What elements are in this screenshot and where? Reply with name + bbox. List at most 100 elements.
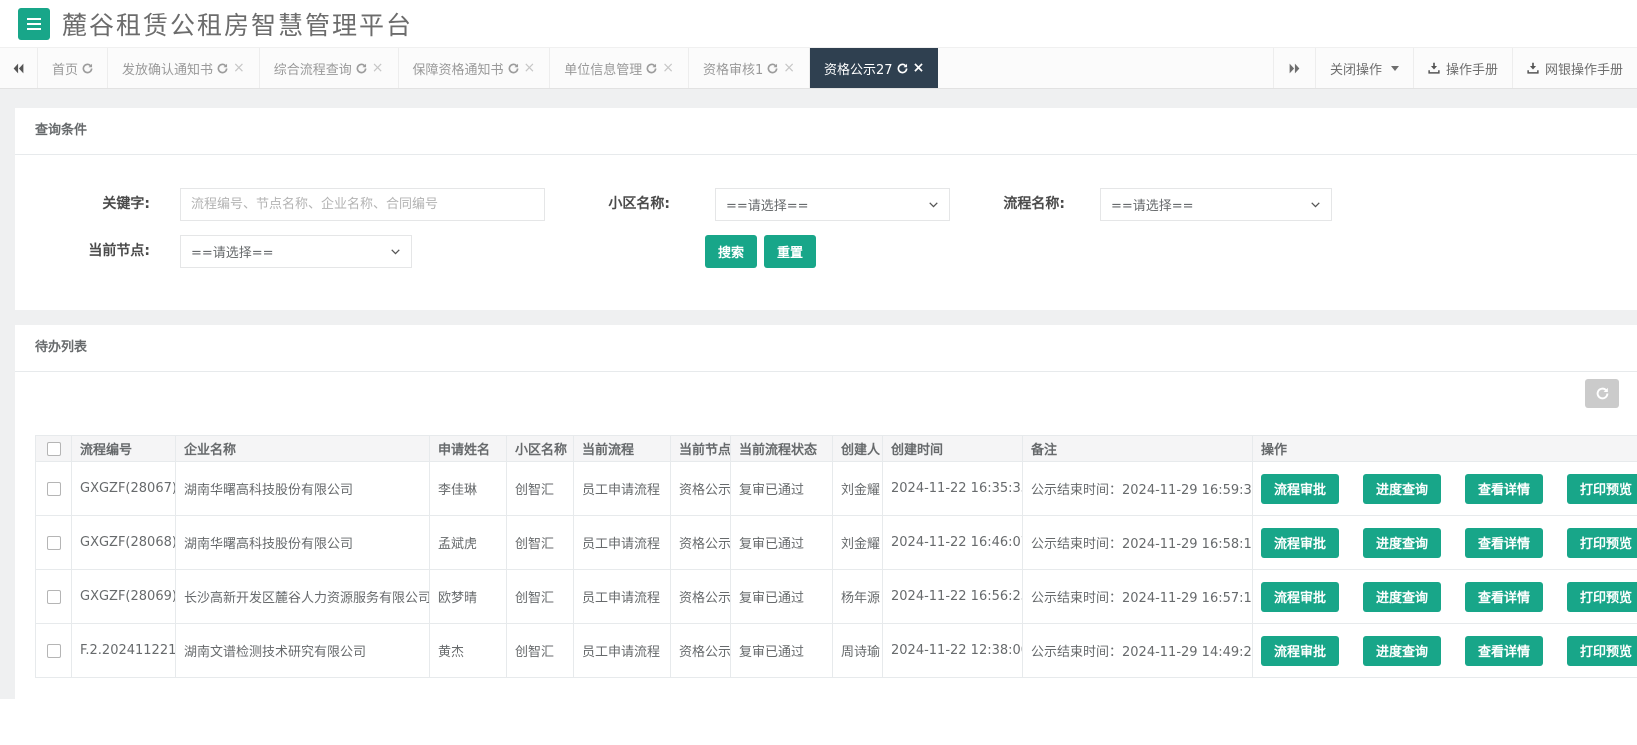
row-action-button[interactable]: 进度查询 — [1363, 528, 1441, 558]
tab-refresh-icon[interactable] — [356, 63, 367, 74]
search-button[interactable]: 搜索 — [705, 235, 757, 268]
column-header: 当前流程 — [574, 436, 671, 462]
row-action-button[interactable]: 打印预览 — [1567, 528, 1637, 558]
tab[interactable]: 发放确认通知书 × — [108, 48, 260, 88]
tab-refresh-icon[interactable] — [508, 63, 519, 74]
row-action-button[interactable]: 查看详情 — [1465, 528, 1543, 558]
cell-created-time: 2024-11-22 16:56:23 — [883, 570, 1023, 624]
row-action-button[interactable]: 流程审批 — [1261, 474, 1339, 504]
row-checkbox[interactable] — [47, 536, 61, 550]
cell-applicant-name: 欧梦晴 — [430, 570, 507, 624]
cell-community-name: 创智汇 — [507, 462, 574, 516]
row-check-cell — [36, 462, 72, 516]
refresh-table-button[interactable] — [1585, 379, 1619, 408]
cell-process-code: GXGZF(28069) — [72, 570, 176, 624]
tab-refresh-icon[interactable] — [646, 63, 657, 74]
row-action-button[interactable]: 流程审批 — [1261, 582, 1339, 612]
query-form: 关键字: 小区名称: ==请选择== 流程名称: ==请选择== — [15, 155, 1637, 310]
cell-process-status: 复审已通过 — [731, 516, 833, 570]
content: 查询条件 关键字: 小区名称: ==请选择== 流程名称: ==请选择== — [0, 89, 1637, 699]
todo-panel-title: 待办列表 — [15, 325, 1637, 372]
cell-actions: 流程审批进度查询查看详情打印预览 — [1253, 516, 1637, 570]
tabs-scroll-left-button[interactable] — [0, 48, 38, 88]
cell-process-code: F.2.202411221... — [72, 624, 176, 678]
table-row: F.2.202411221... 湖南文谱检测技术研究有限公司 黄杰 创智汇 员… — [36, 624, 1637, 678]
cell-process-code: GXGZF(28068) — [72, 516, 176, 570]
row-action-button[interactable]: 查看详情 — [1465, 474, 1543, 504]
row-checkbox[interactable] — [47, 590, 61, 604]
cell-current-node: 资格公示 — [671, 516, 731, 570]
tab[interactable]: 首页 × — [38, 48, 108, 88]
cell-applicant-name: 李佳琳 — [430, 462, 507, 516]
tab-close-icon[interactable]: × — [524, 61, 536, 75]
row-action-button[interactable]: 流程审批 — [1261, 528, 1339, 558]
row-actions: 流程审批进度查询查看详情打印预览 — [1261, 636, 1637, 666]
tab-label: 资格审核1 — [703, 59, 763, 78]
tab[interactable]: 综合流程查询 × — [260, 48, 399, 88]
row-action-button[interactable]: 打印预览 — [1567, 636, 1637, 666]
cell-applicant-name: 孟斌虎 — [430, 516, 507, 570]
reset-button[interactable]: 重置 — [764, 235, 816, 268]
tab-refresh-icon[interactable] — [217, 63, 228, 74]
cell-current-node: 资格公示 — [671, 570, 731, 624]
row-action-button[interactable]: 查看详情 — [1465, 636, 1543, 666]
tab-label: 综合流程查询 — [274, 59, 352, 78]
tab-label: 资格公示27 — [824, 59, 893, 78]
close-operations-label: 关闭操作 — [1330, 59, 1382, 78]
row-actions: 流程审批进度查询查看详情打印预览 — [1261, 474, 1637, 504]
row-checkbox[interactable] — [47, 482, 61, 496]
menu-toggle-button[interactable] — [18, 8, 50, 40]
cell-current-node: 资格公示 — [671, 624, 731, 678]
manual-download-button[interactable]: 操作手册 — [1413, 48, 1512, 88]
tab[interactable]: 保障资格通知书 × — [399, 48, 551, 88]
cell-current-process: 员工申请流程 — [574, 462, 671, 516]
ebank-manual-download-button[interactable]: 网银操作手册 — [1512, 48, 1637, 88]
row-action-button[interactable]: 查看详情 — [1465, 582, 1543, 612]
table-header-row: 流程编号企业名称申请姓名小区名称当前流程当前节点当前流程状态创建人创建时间备注操… — [36, 436, 1637, 462]
row-action-button[interactable]: 进度查询 — [1363, 474, 1441, 504]
ebank-manual-label: 网银操作手册 — [1545, 59, 1623, 78]
row-action-button[interactable]: 进度查询 — [1363, 582, 1441, 612]
tab-refresh-icon[interactable] — [897, 63, 908, 74]
tab-close-icon[interactable]: × — [783, 61, 795, 75]
todo-panel: 待办列表 — [15, 325, 1637, 745]
tab-refresh-icon[interactable] — [767, 63, 778, 74]
tab-close-icon[interactable]: × — [913, 61, 925, 75]
query-panel-title: 查询条件 — [15, 108, 1637, 155]
row-action-button[interactable]: 进度查询 — [1363, 636, 1441, 666]
tab-close-icon[interactable]: × — [233, 61, 245, 75]
row-checkbox[interactable] — [47, 644, 61, 658]
download-icon — [1527, 62, 1539, 74]
tabs: 首页 × 发放确认通知书 × 综合流程查询 × — [38, 48, 938, 88]
tab[interactable]: 单位信息管理 × — [550, 48, 689, 88]
current-node-select[interactable]: ==请选择== — [180, 235, 412, 268]
double-chevron-right-icon — [1288, 62, 1301, 75]
close-operations-dropdown[interactable]: 关闭操作 — [1315, 48, 1413, 88]
cell-actions: 流程审批进度查询查看详情打印预览 — [1253, 570, 1637, 624]
select-all-checkbox[interactable] — [47, 442, 61, 456]
column-header: 创建人 — [833, 436, 883, 462]
row-action-button[interactable]: 打印预览 — [1567, 582, 1637, 612]
row-action-button[interactable]: 打印预览 — [1567, 474, 1637, 504]
tab-close-icon[interactable]: × — [662, 61, 674, 75]
chevron-down-icon — [1310, 199, 1321, 210]
tab-refresh-icon[interactable] — [82, 63, 93, 74]
tab[interactable]: 资格审核1 × — [689, 48, 810, 88]
tabs-scroll-right-button[interactable] — [1273, 48, 1315, 88]
community-label: 小区名称: — [535, 188, 670, 221]
community-select[interactable]: ==请选择== — [715, 188, 950, 221]
cell-creator: 杨年源 — [833, 570, 883, 624]
process-name-select[interactable]: ==请选择== — [1100, 188, 1332, 221]
current-node-label: 当前节点: — [15, 235, 150, 268]
tab[interactable]: 资格公示27 × — [810, 48, 938, 88]
column-header: 当前流程状态 — [731, 436, 833, 462]
keyword-input[interactable] — [180, 188, 545, 221]
cell-process-status: 复审已通过 — [731, 624, 833, 678]
refresh-icon — [1596, 387, 1609, 400]
tab-close-icon[interactable]: × — [372, 61, 384, 75]
table-row: GXGZF(28068) 湖南华曙高科技股份有限公司 孟斌虎 创智汇 员工申请流… — [36, 516, 1637, 570]
row-action-button[interactable]: 流程审批 — [1261, 636, 1339, 666]
cell-creator: 周诗瑜 — [833, 624, 883, 678]
table-body: GXGZF(28067) 湖南华曙高科技股份有限公司 李佳琳 创智汇 员工申请流… — [36, 462, 1637, 678]
current-node-select-value: ==请选择== — [191, 242, 274, 261]
